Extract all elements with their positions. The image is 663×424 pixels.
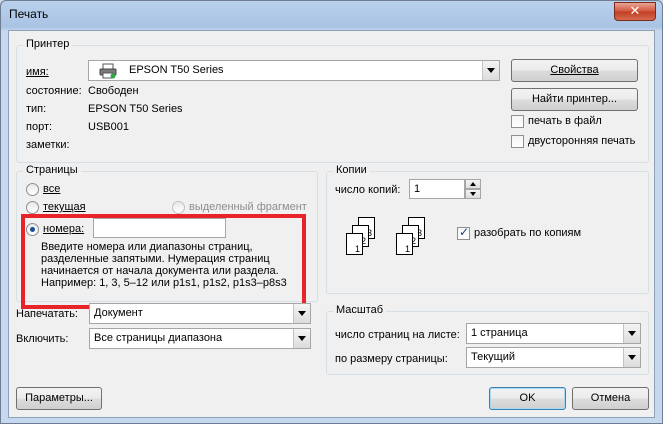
print-what-label: Напечатать: bbox=[16, 308, 78, 320]
collate-checkbox[interactable] bbox=[457, 225, 470, 240]
copies-count-label-text: число копий: bbox=[335, 184, 401, 196]
copies-count-value: 1 bbox=[414, 183, 421, 195]
pages-all-radio[interactable] bbox=[26, 183, 39, 196]
duplex-checkbox[interactable] bbox=[511, 135, 524, 148]
port-label: порт: bbox=[26, 121, 53, 133]
chevron-down-icon[interactable] bbox=[623, 324, 640, 343]
title-bar: Печать ✕ bbox=[1, 1, 662, 29]
include-label: Включить: bbox=[16, 333, 69, 345]
print-what-select[interactable]: Документ bbox=[89, 303, 311, 324]
printer-name-label: имя: bbox=[26, 66, 49, 78]
options-button[interactable]: Параметры... bbox=[16, 387, 102, 410]
spin-up-icon[interactable] bbox=[465, 179, 481, 189]
find-printer-button[interactable]: Найти принтер... bbox=[511, 88, 638, 111]
chevron-down-icon[interactable] bbox=[293, 329, 310, 348]
pages-per-sheet-label: число страниц на листе: bbox=[335, 329, 460, 341]
page-icon: 1 bbox=[396, 233, 413, 255]
fit-to-page-select[interactable]: Текущий bbox=[466, 347, 641, 368]
properties-button[interactable]: Свойства bbox=[511, 59, 638, 82]
type-value: EPSON T50 Series bbox=[88, 103, 183, 115]
pages-selection-label[interactable]: выделенный фрагмент bbox=[189, 201, 307, 213]
properties-button-label: Свойства bbox=[550, 64, 599, 76]
cancel-button[interactable]: Отмена bbox=[572, 387, 649, 410]
copies-group-title: Копии bbox=[333, 164, 370, 176]
pages-current-radio[interactable] bbox=[26, 201, 39, 214]
pages-all-label[interactable]: все bbox=[43, 183, 60, 195]
ok-button-label: OK bbox=[519, 392, 536, 404]
printer-select[interactable]: EPSON T50 Series bbox=[88, 60, 500, 81]
print-dialog: Печать ✕ Принтер имя: EPSON T50 Series С… bbox=[0, 0, 663, 424]
comment-label: заметки: bbox=[26, 139, 70, 151]
spin-down-icon[interactable] bbox=[465, 189, 481, 199]
printer-group-title: Принтер bbox=[23, 38, 73, 50]
print-to-file-label[interactable]: печать в файл bbox=[528, 115, 602, 127]
pages-group-title: Страницы bbox=[23, 164, 81, 176]
dialog-client: Принтер имя: EPSON T50 Series Свойства с… bbox=[8, 30, 655, 418]
highlight-box bbox=[21, 214, 306, 309]
fit-to-page-label: по размеру страницы: bbox=[335, 353, 448, 365]
duplex-label[interactable]: двусторонняя печать bbox=[528, 135, 635, 147]
find-printer-button-label: Найти принтер... bbox=[531, 93, 618, 105]
chevron-down-icon[interactable] bbox=[623, 348, 640, 367]
collate-label[interactable]: разобрать по копиям bbox=[474, 227, 581, 239]
options-button-label: Параметры... bbox=[25, 392, 93, 404]
copies-count-input[interactable]: 1 bbox=[409, 179, 465, 199]
chevron-down-icon[interactable] bbox=[482, 61, 499, 80]
close-button[interactable]: ✕ bbox=[614, 2, 656, 21]
include-select[interactable]: Все страницы диапазона bbox=[89, 328, 311, 349]
print-what-value: Документ bbox=[94, 307, 143, 319]
cancel-button-label: Отмена bbox=[590, 392, 631, 404]
include-value: Все страницы диапазона bbox=[94, 332, 223, 344]
scale-group-title: Масштаб bbox=[333, 304, 387, 316]
chevron-down-icon[interactable] bbox=[293, 304, 310, 323]
pages-per-sheet-value: 1 страница bbox=[471, 327, 528, 339]
printer-select-value: EPSON T50 Series bbox=[129, 64, 224, 76]
pages-per-sheet-select[interactable]: 1 страница bbox=[466, 323, 641, 344]
status-label: состояние: bbox=[26, 85, 82, 97]
pages-selection-radio[interactable] bbox=[172, 201, 185, 214]
printer-icon bbox=[99, 63, 117, 79]
copies-spinner[interactable] bbox=[465, 179, 481, 199]
ok-button[interactable]: OK bbox=[489, 387, 566, 410]
fit-to-page-value: Текущий bbox=[471, 351, 515, 363]
status-value: Свободен bbox=[88, 85, 139, 97]
page-icon: 1 bbox=[346, 233, 363, 255]
window-title: Печать bbox=[9, 7, 49, 21]
pages-current-label[interactable]: текущая bbox=[43, 201, 86, 213]
print-to-file-checkbox[interactable] bbox=[511, 115, 524, 128]
port-value: USB001 bbox=[88, 121, 129, 133]
type-label: тип: bbox=[26, 103, 47, 115]
copies-count-label: число копий: bbox=[335, 184, 400, 196]
